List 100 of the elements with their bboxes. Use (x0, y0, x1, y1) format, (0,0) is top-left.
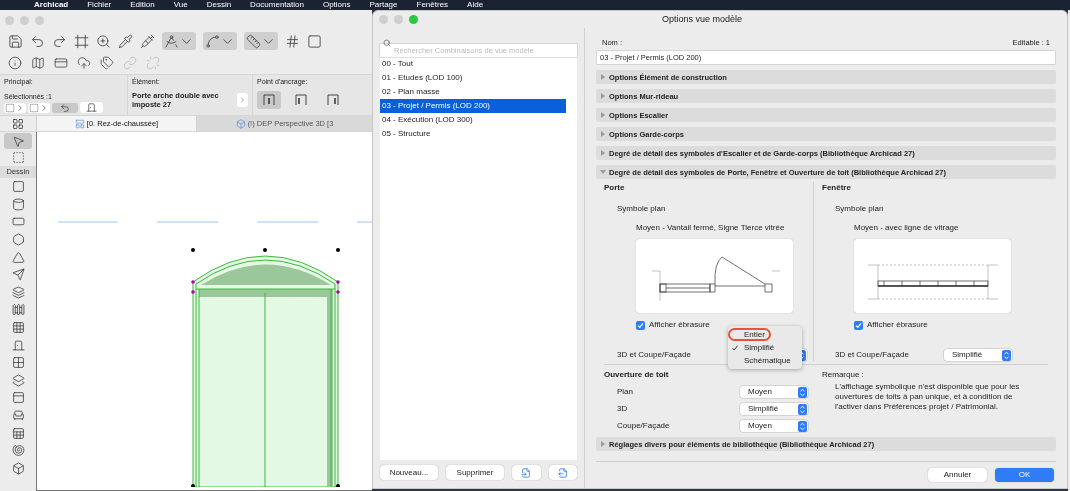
menu-item[interactable]: Fenêtres (416, 0, 449, 10)
tag-icon[interactable] (100, 56, 114, 70)
menu-item[interactable]: Edition (130, 0, 155, 10)
redo-icon[interactable] (52, 33, 67, 49)
group-heading: Ouverture de toit (604, 369, 670, 382)
card-icon[interactable] (54, 56, 68, 70)
ruler-icon[interactable] (246, 33, 261, 49)
list-button[interactable]: Nouveau... (380, 465, 438, 480)
checkbox-label: Afficher ébrasure (649, 319, 710, 332)
dropdown[interactable]: Simplifié (944, 349, 1012, 362)
menu-item[interactable]: Aide (467, 0, 484, 10)
door-elevation-drawing[interactable] (191, 248, 340, 487)
remark-text: L'affichage symbolique n'est disponible que pour les ouvertures de toits à pan unique, et à condition de l'activer dans Préférences projet / Patrimonial. (835, 382, 1021, 413)
disclosure-triangle-icon (600, 441, 606, 448)
menu-item[interactable]: Vue (173, 0, 188, 10)
cube-icon (235, 118, 246, 129)
chevron-right-icon[interactable] (39, 102, 49, 113)
list-item[interactable]: 02 - Plan masse (380, 85, 566, 99)
dialog-button[interactable]: Annuler (928, 468, 987, 483)
list-item[interactable]: 01 - Etudes (LOD 100) (380, 71, 566, 85)
disclosure-triangle-icon (600, 112, 606, 119)
selection-button[interactable] (28, 102, 50, 113)
menu-item[interactable]: Archicad (34, 0, 69, 10)
arrow-icon[interactable] (11, 134, 25, 148)
dropdown[interactable]: Moyen (740, 386, 808, 399)
door-icon[interactable] (11, 338, 25, 352)
eyedropper-icon[interactable] (118, 33, 133, 49)
curve-icon[interactable] (205, 33, 220, 49)
menu-option[interactable]: Simplifié (728, 341, 781, 355)
menu-item[interactable]: Partage (369, 0, 398, 10)
list-button[interactable]: Supprimer (446, 465, 504, 480)
stepper-icon (798, 386, 807, 398)
export-button[interactable] (548, 465, 577, 480)
set-square-icon[interactable] (164, 33, 179, 49)
toolbar-button[interactable] (244, 32, 278, 50)
menu-item[interactable]: Fichier (87, 0, 112, 10)
menu-option[interactable]: Entier (728, 328, 771, 342)
file-import-icon (521, 467, 532, 478)
symbol-preview[interactable] (854, 239, 1011, 314)
list-item[interactable]: 03 - Projet / Permis (LOD 200) (380, 99, 566, 113)
menu-item[interactable]: Options (322, 0, 351, 10)
checkbox[interactable] (854, 320, 863, 330)
polygon-icon[interactable] (11, 233, 25, 247)
magnifier-icon[interactable] (96, 33, 111, 49)
list-item[interactable]: 04 - Exécution (LOD 300) (380, 113, 566, 127)
menu-item[interactable]: Dessin (206, 0, 232, 10)
anchor-point-button[interactable] (257, 90, 281, 109)
marquee-icon[interactable] (11, 151, 25, 164)
marquee-icon[interactable] (29, 102, 39, 113)
floor-plan-icon (74, 118, 85, 129)
element-type-button[interactable] (80, 102, 103, 113)
dropdown[interactable]: Simplifié (740, 403, 808, 416)
frame-anchor-icon (327, 93, 339, 106)
menu-option[interactable]: Schématique (728, 354, 797, 368)
disclosure-triangle-icon (600, 169, 606, 176)
railing-icon[interactable] (11, 303, 25, 317)
field-label: Symbole plan (617, 203, 667, 216)
symbol-preview[interactable] (636, 239, 793, 314)
grid-icon[interactable] (285, 33, 300, 49)
arrow-tool[interactable] (4, 133, 32, 149)
disclosure-triangle-icon (600, 74, 606, 81)
group-heading: Fenêtre (822, 182, 852, 195)
chevron-right-icon[interactable] (15, 102, 25, 113)
info-icon[interactable] (8, 56, 22, 70)
grid-view-icon[interactable] (12, 117, 24, 130)
group-heading: Remarque : (822, 369, 865, 382)
list-item[interactable]: 05 - Structure (380, 127, 566, 141)
frame-icon[interactable] (74, 33, 89, 49)
undo-icon[interactable] (30, 33, 45, 49)
import-button[interactable] (512, 465, 541, 480)
selection-button[interactable] (4, 102, 26, 113)
checkbox[interactable] (636, 320, 645, 330)
symbol-name: Moyen - avec ligne de vitrage (854, 222, 960, 235)
field-label: Plan (617, 386, 633, 399)
guide-line (256, 221, 319, 223)
door-icon[interactable] (86, 102, 97, 113)
toggle-button[interactable] (52, 102, 78, 113)
toolbar-button[interactable] (203, 32, 237, 50)
square-icon[interactable] (307, 33, 322, 49)
syringe-icon[interactable] (140, 33, 155, 49)
dialog-button[interactable]: OK (995, 468, 1054, 483)
marquee-icon[interactable] (5, 102, 15, 113)
cloud-icon[interactable] (77, 56, 91, 70)
field-label: 3D (617, 403, 628, 416)
dropdown[interactable]: Moyen (740, 420, 808, 433)
map-icon[interactable] (31, 56, 45, 70)
field-label: 3D et Coupe/Façade (617, 349, 691, 362)
window-icon[interactable] (11, 356, 25, 370)
field-label: Symbole plan (835, 203, 885, 216)
file-export-icon (557, 467, 568, 478)
save-icon[interactable] (8, 33, 23, 49)
stepper-icon (798, 420, 807, 432)
group-heading: Porte (604, 182, 626, 195)
menu-item[interactable]: Documentation (250, 0, 304, 10)
list-item[interactable]: 00 - Tout (380, 57, 566, 71)
rotate-icon[interactable] (60, 102, 70, 113)
column-icon[interactable] (11, 197, 25, 211)
toolbar-button[interactable] (162, 32, 196, 50)
frame-anchor-icon (263, 93, 275, 106)
disclosure-triangle-icon (600, 131, 606, 138)
